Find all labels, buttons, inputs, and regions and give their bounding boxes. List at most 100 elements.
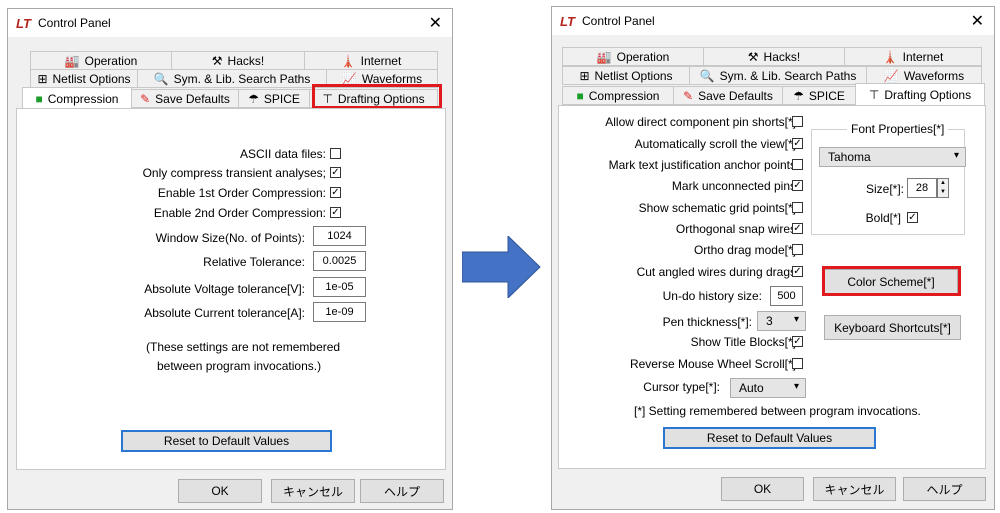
font-name-select[interactable]: Tahoma ▾ bbox=[819, 147, 966, 167]
orthogonal-snap-checkbox[interactable]: ✓ bbox=[792, 223, 803, 234]
tab-compression[interactable]: ■ Compression bbox=[562, 86, 674, 105]
cut-angled-wires-label: Cut angled wires during drags bbox=[636, 265, 796, 279]
tab-drafting-options[interactable]: ⊤ Drafting Options bbox=[855, 83, 985, 105]
chevron-down-icon: ▾ bbox=[793, 381, 799, 392]
only-compress-transient-checkbox[interactable]: ✓ bbox=[330, 167, 341, 178]
only-compress-transient-label: Only compress transient analyses; bbox=[142, 166, 326, 180]
tab-search-paths[interactable]: 🔍 Sym. & Lib. Search Paths bbox=[137, 69, 327, 88]
first-order-compression-label: Enable 1st Order Compression: bbox=[157, 186, 326, 200]
keyboard-shortcuts-button[interactable]: Keyboard Shortcuts[*] bbox=[824, 315, 961, 340]
transition-arrow-icon bbox=[462, 236, 541, 298]
reset-to-default-button[interactable]: Reset to Default Values bbox=[663, 427, 876, 449]
font-size-label: Size[*]: bbox=[865, 182, 904, 196]
lt-app-icon: LT bbox=[560, 14, 575, 29]
cancel-button[interactable]: キャンセル bbox=[813, 477, 896, 501]
tab-save-defaults[interactable]: ✎ Save Defaults bbox=[131, 89, 239, 108]
lt-app-icon: LT bbox=[16, 16, 31, 31]
tab-hacks[interactable]: ⚒ Hacks! bbox=[171, 51, 305, 70]
relative-tolerance-label: Relative Tolerance: bbox=[203, 255, 305, 269]
reverse-wheel-label: Reverse Mouse Wheel Scroll[*] bbox=[629, 357, 796, 371]
font-bold-checkbox[interactable]: ✓ bbox=[907, 212, 918, 223]
font-bold-label: Bold[*] bbox=[865, 211, 901, 225]
right-control-panel-dialog: LT Control Panel ✕ 🏭 Operation ⚒ Hacks! 🗼 I… bbox=[551, 6, 995, 510]
chevron-down-icon: ▾ bbox=[793, 314, 799, 325]
second-order-compression-label: Enable 2nd Order Compression: bbox=[153, 206, 326, 220]
pen-icon: ✎ bbox=[683, 88, 694, 103]
window-title: Control Panel bbox=[582, 14, 655, 28]
compression-icon: ■ bbox=[576, 88, 584, 103]
show-title-blocks-checkbox[interactable]: ✓ bbox=[792, 336, 803, 347]
tab-internet[interactable]: 🗼 Internet bbox=[844, 47, 982, 66]
ok-button[interactable]: OK bbox=[721, 477, 804, 501]
allow-pin-shorts-checkbox[interactable] bbox=[792, 116, 803, 127]
factory-icon: 🏭 bbox=[64, 53, 80, 68]
factory-icon: 🏭 bbox=[596, 49, 612, 64]
tab-operation[interactable]: 🏭 Operation bbox=[30, 51, 172, 70]
cancel-button[interactable]: キャンセル bbox=[271, 479, 355, 503]
close-icon[interactable]: ✕ bbox=[429, 13, 442, 33]
cursor-type-label: Cursor type[*]: bbox=[643, 380, 720, 394]
left-title-bar: LT Control Panel ✕ bbox=[8, 9, 452, 37]
tab-netlist-options[interactable]: ⊞ Netlist Options bbox=[562, 66, 690, 85]
abs-voltage-tolerance-label: Absolute Voltage tolerance[V]: bbox=[144, 282, 305, 296]
mark-unconnected-pins-label: Mark unconnected pins bbox=[671, 179, 796, 193]
hammer-icon: ⚒ bbox=[747, 49, 759, 64]
second-order-compression-checkbox[interactable]: ✓ bbox=[330, 207, 341, 218]
auto-scroll-label: Automatically scroll the view[*] bbox=[634, 137, 796, 151]
pen-icon: ✎ bbox=[140, 91, 151, 106]
ascii-data-files-checkbox[interactable] bbox=[330, 148, 341, 159]
tab-internet[interactable]: 🗼 Internet bbox=[304, 51, 438, 70]
ortho-drag-label: Ortho drag mode[*] bbox=[693, 243, 796, 257]
tab-save-defaults[interactable]: ✎ Save Defaults bbox=[673, 86, 783, 105]
ortho-drag-checkbox[interactable] bbox=[792, 244, 803, 255]
tab-hacks[interactable]: ⚒ Hacks! bbox=[703, 47, 845, 66]
umbrella-icon: ☂ bbox=[793, 88, 804, 103]
abs-voltage-tolerance-input[interactable]: 1e-05 bbox=[313, 277, 366, 297]
settings-note-line2: between program invocations.) bbox=[157, 359, 322, 373]
waveform-icon: 📈 bbox=[341, 71, 357, 86]
grid-icon: ⊞ bbox=[37, 71, 48, 86]
chevron-down-icon: ▾ bbox=[953, 150, 959, 161]
grid-icon: ⊞ bbox=[579, 68, 590, 83]
font-size-spinner[interactable]: ▲ ▼ bbox=[937, 178, 949, 198]
pen-thickness-select[interactable]: 3 ▾ bbox=[757, 311, 806, 331]
first-order-compression-checkbox[interactable]: ✓ bbox=[330, 187, 341, 198]
mark-justification-label: Mark text justification anchor points bbox=[608, 158, 796, 172]
abs-current-tolerance-input[interactable]: 1e-09 bbox=[313, 302, 366, 322]
tab-spice[interactable]: ☂ SPICE bbox=[782, 86, 856, 105]
close-icon[interactable]: ✕ bbox=[971, 11, 984, 31]
ok-button[interactable]: OK bbox=[178, 479, 262, 503]
antenna-icon: 🗼 bbox=[882, 49, 898, 64]
allow-pin-shorts-label: Allow direct component pin shorts[*] bbox=[605, 115, 796, 129]
cursor-type-select[interactable]: Auto ▾ bbox=[730, 378, 806, 398]
tab-operation[interactable]: 🏭 Operation bbox=[562, 47, 704, 66]
antenna-icon: 🗼 bbox=[340, 53, 356, 68]
window-size-input[interactable]: 1024 bbox=[313, 226, 366, 246]
font-properties-title: Font Properties[*] bbox=[847, 122, 949, 136]
help-button[interactable]: ヘルプ bbox=[360, 479, 444, 503]
compression-icon: ■ bbox=[35, 91, 43, 106]
drafting-tool-icon: ⊤ bbox=[868, 87, 880, 102]
font-size-input[interactable]: 28 bbox=[907, 178, 937, 198]
tab-netlist-options[interactable]: ⊞ Netlist Options bbox=[30, 69, 138, 88]
show-title-blocks-label: Show Title Blocks[*] bbox=[690, 335, 796, 349]
window-title: Control Panel bbox=[38, 16, 111, 30]
undo-history-input[interactable]: 500 bbox=[770, 286, 803, 306]
color-scheme-highlight bbox=[822, 266, 961, 296]
tab-search-paths[interactable]: 🔍 Sym. & Lib. Search Paths bbox=[689, 66, 867, 85]
relative-tolerance-input[interactable]: 0.0025 bbox=[313, 251, 366, 271]
show-grid-points-label: Show schematic grid points[*] bbox=[638, 201, 796, 215]
abs-current-tolerance-label: Absolute Current tolerance[A]: bbox=[144, 306, 305, 320]
mark-unconnected-pins-checkbox[interactable]: ✓ bbox=[792, 180, 803, 191]
ascii-data-files-label: ASCII data files: bbox=[239, 147, 326, 161]
help-button[interactable]: ヘルプ bbox=[903, 477, 986, 501]
tab-compression[interactable]: ■ Compression bbox=[22, 87, 132, 109]
reset-to-default-button[interactable]: Reset to Default Values bbox=[121, 430, 332, 452]
search-icon: 🔍 bbox=[699, 68, 715, 83]
mark-justification-checkbox[interactable] bbox=[792, 159, 803, 170]
reverse-wheel-checkbox[interactable] bbox=[792, 358, 803, 369]
auto-scroll-checkbox[interactable]: ✓ bbox=[792, 138, 803, 149]
cut-angled-wires-checkbox[interactable]: ✓ bbox=[792, 266, 803, 277]
show-grid-points-checkbox[interactable] bbox=[792, 202, 803, 213]
tab-spice[interactable]: ☂ SPICE bbox=[238, 89, 310, 108]
